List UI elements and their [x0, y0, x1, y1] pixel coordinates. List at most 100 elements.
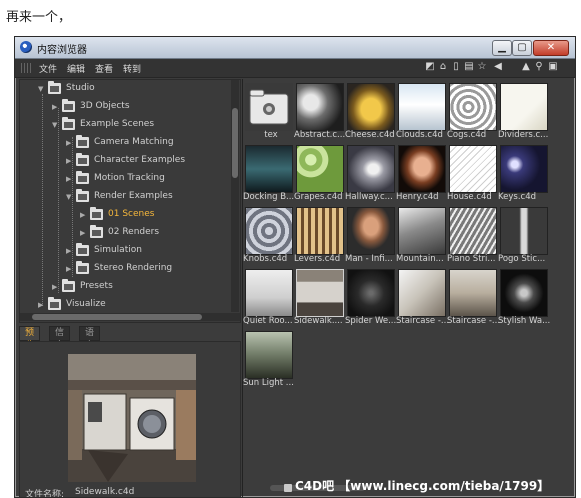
back-icon[interactable]: ◀ [493, 62, 503, 72]
rename-icon[interactable]: ◩ [425, 62, 435, 72]
tab-info[interactable]: 信息 [49, 326, 71, 351]
file-tile[interactable]: Docking B... [243, 145, 295, 205]
tab-language[interactable]: 语言 [79, 326, 101, 351]
folder-icon [76, 243, 89, 256]
file-thumbnail [500, 145, 548, 193]
file-name: Keys.c4d [498, 192, 537, 202]
folder-icon [76, 153, 89, 166]
collapse-arrow-icon[interactable]: ▶ [80, 211, 85, 219]
file-name: Spider We... [345, 316, 397, 326]
file-tile[interactable]: Spider We... [345, 269, 397, 329]
star-icon[interactable]: ☆ [477, 62, 487, 72]
file-thumbnail [398, 83, 446, 131]
collapse-arrow-icon[interactable]: ▶ [38, 301, 43, 309]
file-tile[interactable]: House.c4d [447, 145, 499, 205]
file-tile[interactable]: Henry.c4d [396, 145, 448, 205]
trash-icon[interactable]: ▯ [451, 62, 461, 72]
title-bar[interactable]: 内容浏览器 ▁ ▢ ✕ [15, 37, 575, 59]
file-name: Clouds.c4d [396, 130, 443, 140]
file-tile[interactable]: Keys.c4d [498, 145, 550, 205]
file-tile[interactable]: Hallway.c... [345, 145, 397, 205]
file-tile[interactable]: Levers.c4d [294, 207, 346, 267]
panel-divider[interactable] [242, 79, 243, 497]
folder-thumbnail [245, 83, 293, 131]
folder-icon [62, 279, 75, 292]
file-tile[interactable]: Staircase -... [447, 269, 500, 329]
menu-view[interactable]: 查看 [95, 62, 113, 75]
collapse-arrow-icon[interactable]: ▶ [66, 247, 71, 255]
grip-icon[interactable] [21, 63, 31, 73]
file-name: Piano Stri... [447, 254, 496, 264]
collapse-arrow-icon[interactable]: ▶ [80, 229, 85, 237]
collapse-arrow-icon[interactable]: ▶ [66, 157, 71, 165]
collapse-arrow-icon[interactable]: ▶ [52, 283, 57, 291]
file-name: Cogs.c4d [447, 130, 487, 140]
file-tile[interactable]: Abstract.c... [294, 83, 346, 143]
file-thumbnail [347, 145, 395, 193]
file-name: tex [264, 130, 278, 140]
file-tile[interactable]: Cogs.c4d [447, 83, 499, 143]
file-tile[interactable]: Grapes.c4d [294, 145, 346, 205]
folder-tree-panel: ▼ Studio ▶ 3D Objects ▼ Example Scenes ▶… [19, 79, 241, 323]
slider-knob[interactable] [284, 484, 292, 492]
expand-arrow-icon[interactable]: ▼ [52, 121, 57, 129]
maximize-button[interactable]: ▢ [512, 40, 532, 56]
file-name: Staircase -... [396, 316, 450, 326]
file-name: Quiet Roo... [243, 316, 293, 326]
file-name: Man - Infi... [345, 254, 393, 264]
home-icon[interactable]: ⌂ [438, 62, 448, 72]
sidewalk-preview-image [68, 354, 196, 482]
file-tile[interactable]: Dividers.c... [498, 83, 550, 143]
file-tile[interactable]: Sun Light ... [243, 331, 295, 391]
content-browser-window: 内容浏览器 ▁ ▢ ✕ 文件 编辑 查看 转到 ◩ ⌂ ▯ ▤ ☆ ◀ ▲ ⚲ … [14, 36, 576, 498]
collapse-arrow-icon[interactable]: ▶ [66, 139, 71, 147]
file-tile[interactable]: Piano Stri... [447, 207, 499, 267]
tree-horizontal-scrollbar[interactable] [20, 313, 240, 321]
folder-icon [76, 189, 89, 202]
file-tile[interactable]: Clouds.c4d [396, 83, 448, 143]
file-tile[interactable]: Staircase -... [396, 269, 449, 329]
expand-arrow-icon[interactable]: ▼ [66, 193, 71, 201]
collapse-arrow-icon[interactable]: ▶ [52, 103, 57, 111]
watermark-text: C4D吧 【www.linecg.com/tieba/1799】 [295, 479, 550, 493]
file-tile[interactable]: Man - Infi... [345, 207, 397, 267]
expand-arrow-icon[interactable]: ▼ [38, 85, 43, 93]
menu-file[interactable]: 文件 [39, 62, 57, 75]
search-icon[interactable]: ⚲ [534, 62, 544, 72]
file-tile[interactable]: Knobs.c4d [243, 207, 295, 267]
folder-icon [249, 89, 289, 125]
menu-edit[interactable]: 编辑 [67, 62, 85, 75]
page-caption: 再来一个， [6, 10, 72, 25]
file-thumbnail [449, 145, 497, 193]
up-icon[interactable]: ▲ [521, 62, 531, 72]
panel-icon[interactable]: ▣ [548, 62, 558, 72]
menu-goto[interactable]: 转到 [123, 62, 141, 75]
file-thumbnail [500, 269, 548, 317]
file-tile[interactable]: tex [245, 83, 295, 143]
file-thumbnail [347, 83, 395, 131]
tab-preview[interactable]: 预览 [19, 326, 41, 351]
minimize-button[interactable]: ▁ [492, 40, 512, 56]
tree-vertical-scrollbar[interactable] [231, 80, 239, 312]
file-tile[interactable]: Quiet Roo... [243, 269, 295, 329]
file-thumbnail [245, 145, 293, 193]
folder-icon [48, 81, 61, 94]
file-tile[interactable]: Cheese.c4d [345, 83, 397, 143]
file-name: Sidewalk.... [294, 316, 343, 326]
close-button[interactable]: ✕ [533, 40, 569, 56]
file-tile[interactable]: Mountain... [396, 207, 448, 267]
file-name: Dividers.c... [498, 130, 549, 140]
file-thumbnail [245, 207, 293, 255]
file-tile[interactable]: Stylish Wa... [498, 269, 550, 329]
collapse-arrow-icon[interactable]: ▶ [66, 265, 71, 273]
file-name: Knobs.c4d [243, 254, 288, 264]
preview-filename-label: 文件名称: [25, 490, 65, 498]
file-thumbnail [347, 207, 395, 255]
collapse-arrow-icon[interactable]: ▶ [66, 175, 71, 183]
file-tile[interactable]: Pogo Stic... [498, 207, 550, 267]
book-icon[interactable]: ▤ [464, 62, 474, 72]
file-name: Cheese.c4d [345, 130, 395, 140]
file-tile[interactable]: Sidewalk.... [294, 269, 346, 329]
file-name: Levers.c4d [294, 254, 341, 264]
file-thumbnail [245, 331, 293, 379]
